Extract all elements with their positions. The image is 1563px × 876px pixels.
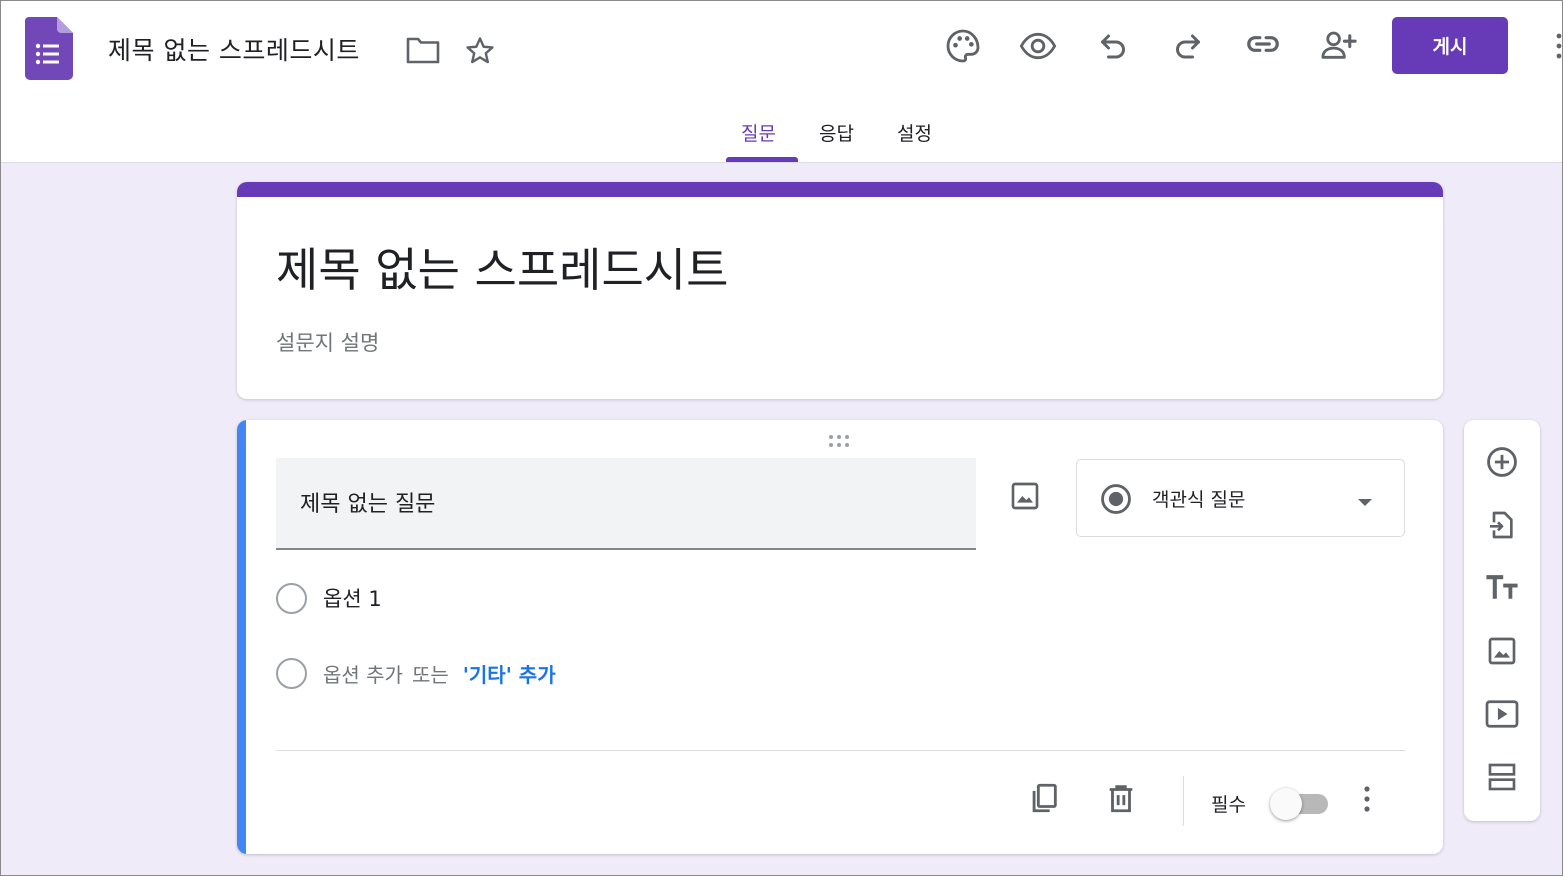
question-title-input[interactable]: 제목 없는 질문 [276,458,976,550]
delete-icon[interactable] [1104,780,1138,820]
add-image-to-question-icon[interactable] [1009,480,1041,516]
import-questions-icon[interactable] [1484,507,1520,543]
tab-responses[interactable]: 응답 [819,119,854,163]
star-icon[interactable] [463,34,497,68]
form-title-card: 제목 없는 스프레드시트 설문지 설명 [237,182,1443,399]
link-icon[interactable] [1244,25,1282,63]
toggle-knob [1270,788,1302,820]
tab-settings[interactable]: 설정 [897,119,932,163]
required-label: 필수 [1211,794,1246,816]
option-row: 옵션 1 [276,581,382,615]
undo-icon[interactable] [1095,27,1131,63]
app-window: 제목 없는 스프레드시트 게시 질문 응답 설정 제목 없는 스프레드시트 설문… [0,0,1563,876]
radio-circle-icon [276,582,307,614]
question-type-dropdown[interactable]: 객관식 질문 [1076,459,1405,537]
title-card-accent-bar [237,182,1443,197]
radio-circle-icon [276,657,307,689]
question-footer-divider [276,750,1405,751]
duplicate-icon[interactable] [1027,780,1061,820]
add-section-icon[interactable] [1484,759,1520,795]
form-description-field[interactable]: 설문지 설명 [276,327,379,357]
add-question-icon[interactable] [1484,444,1520,480]
question-focus-bar [237,420,246,854]
form-title[interactable]: 제목 없는 스프레드시트 [276,234,728,300]
drag-handle-icon[interactable] [828,433,854,452]
add-video-icon[interactable] [1484,696,1520,732]
add-option-row: 옵션 추가 또는 '기타' 추가 [276,656,556,690]
add-other-button[interactable]: '기타' 추가 [463,659,556,688]
add-collaborator-icon[interactable] [1319,26,1359,64]
chevron-down-icon [1357,493,1373,512]
doc-title[interactable]: 제목 없는 스프레드시트 [108,31,360,67]
forms-logo-icon[interactable] [25,17,73,81]
option-label[interactable]: 옵션 1 [323,583,382,613]
add-option-button[interactable]: 옵션 추가 [323,659,403,688]
publish-button[interactable]: 게시 [1392,17,1508,74]
more-vert-icon[interactable] [1554,31,1562,65]
add-image-icon[interactable] [1484,633,1520,669]
floating-toolbar [1464,420,1540,821]
required-toggle[interactable] [1270,788,1330,820]
folder-icon[interactable] [405,35,441,65]
preview-eye-icon[interactable] [1018,26,1058,66]
redo-icon[interactable] [1170,27,1206,63]
top-bar: 제목 없는 스프레드시트 게시 질문 응답 설정 [1,1,1562,163]
palette-icon[interactable] [943,26,983,66]
question-card: 제목 없는 질문 객관식 질문 옵션 1 옵션 추가 또는 '기타' 추가 필수 [237,420,1443,854]
add-title-icon[interactable] [1484,570,1520,606]
radio-button-checked-icon [1099,482,1133,520]
footer-vertical-divider [1183,776,1184,826]
question-type-label: 객관식 질문 [1152,489,1246,511]
active-tab-indicator [726,157,798,162]
or-text: 또는 [411,662,449,687]
question-more-icon[interactable] [1356,784,1378,818]
question-title-text: 제목 없는 질문 [300,492,436,517]
